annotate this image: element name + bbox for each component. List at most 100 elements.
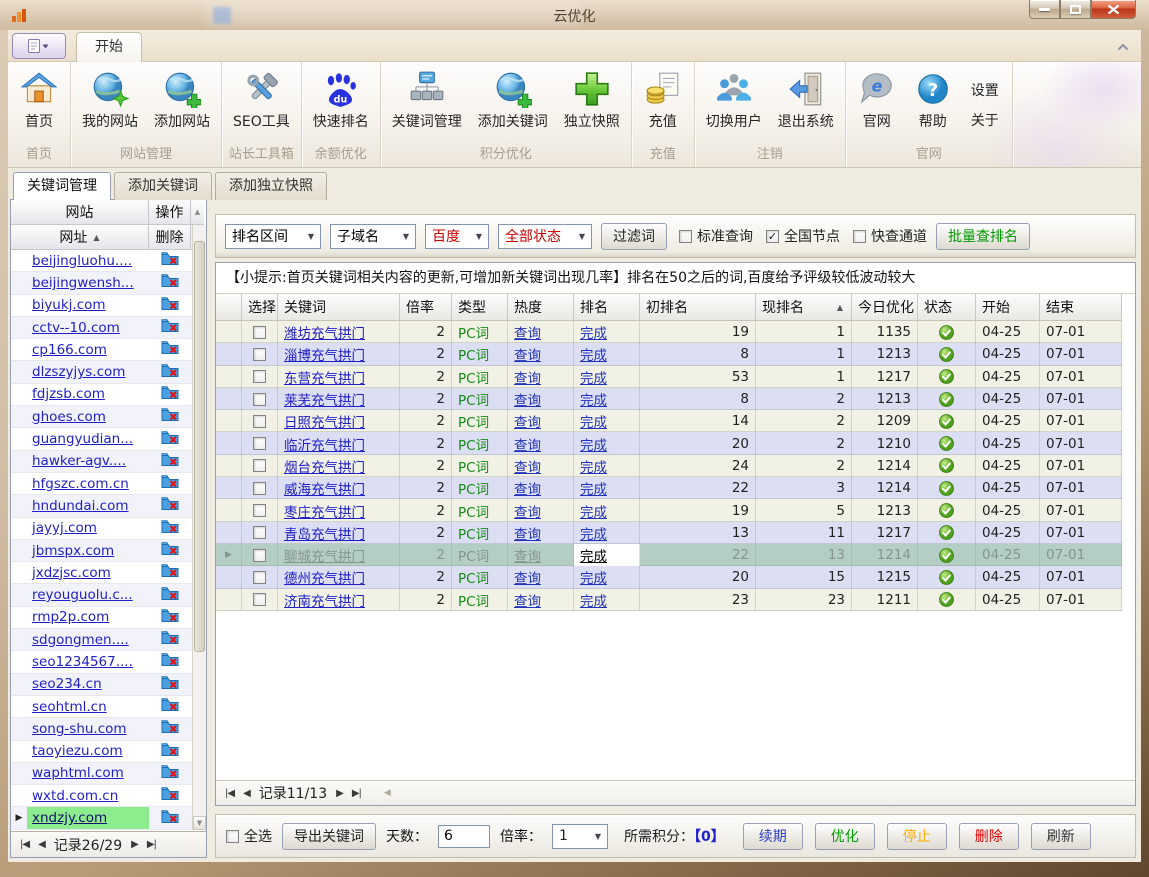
heat-query-link[interactable]: 查询 [514,523,541,543]
delete-site-button[interactable] [149,385,191,404]
sites-scrollbar[interactable]: ▼ [192,225,206,830]
seo-tools-button[interactable]: SEO工具 [225,65,298,145]
filter-dropdown-1[interactable]: 子域名▼ [330,224,416,249]
site-link[interactable]: seohtml.cn [27,699,107,715]
site-link[interactable]: xndzjy.com [27,810,107,826]
close-button[interactable] [1091,0,1136,19]
heat-query-link[interactable]: 查询 [514,478,541,498]
rank-done-link[interactable]: 完成 [580,434,607,454]
filter-words-button[interactable]: 过滤词 [601,223,667,250]
row-checkbox[interactable] [253,482,266,495]
renew-button[interactable]: 续期 [743,823,803,850]
site-link[interactable]: hfgszc.com.cn [27,476,129,492]
keywords-pager-first-icon[interactable]: |◀ [225,788,234,799]
keyword-link[interactable]: 临沂充气拱门 [284,434,365,454]
rank-done-link[interactable]: 完成 [580,389,607,409]
delete-site-button[interactable] [149,296,191,315]
delete-site-button[interactable] [149,541,191,560]
my-sites-button[interactable]: 我的网站 [74,65,146,145]
site-link[interactable]: song-shu.com [27,721,127,737]
rank-done-link[interactable]: 完成 [580,367,607,387]
keyword-link[interactable]: 烟台充气拱门 [284,456,365,476]
help-button[interactable]: ?帮助 [905,65,961,145]
heat-query-link[interactable]: 查询 [514,545,541,565]
rate-select[interactable]: 1 ▼ [552,824,608,849]
sites-scroll-down[interactable]: ▼ [193,816,206,830]
stop-button[interactable]: 停止 [887,823,947,850]
rank-done-link[interactable]: 完成 [580,456,607,476]
keyword-link[interactable]: 聊城充气拱门 [284,545,365,565]
delete-site-button[interactable] [149,786,191,805]
switch-user-button[interactable]: 切换用户 [698,65,770,145]
site-link[interactable]: taoyiezu.com [27,743,123,759]
row-checkbox[interactable] [253,326,266,339]
row-checkbox[interactable] [253,571,266,584]
row-checkbox[interactable] [253,549,266,562]
rank-done-link[interactable]: 完成 [580,523,607,543]
delete-button[interactable]: 删除 [959,823,1019,850]
site-link[interactable]: reyouguolu.c... [27,587,133,603]
site-link[interactable]: guangyudian... [27,431,133,447]
keyword-link[interactable]: 日照充气拱门 [284,411,365,431]
row-checkbox[interactable] [253,370,266,383]
ribbon-tab-start[interactable]: 开始 [76,32,142,62]
add-site-button[interactable]: 添加网站 [146,65,218,145]
column-header-1[interactable]: 关键词 [278,294,400,320]
column-header-11[interactable]: 结束 [1040,294,1122,320]
filter-checkbox-2[interactable]: 快查通道 [853,226,927,246]
site-link[interactable]: hawker-agv.... [27,453,126,469]
row-checkbox[interactable] [253,393,266,406]
keyword-link[interactable]: 东营充气拱门 [284,367,365,387]
column-header-8[interactable]: 今日优化 [852,294,918,320]
delete-site-button[interactable] [149,630,191,649]
keyword-link[interactable]: 济南充气拱门 [284,590,365,610]
site-link[interactable]: fdjzsb.com [27,386,105,402]
delete-site-button[interactable] [149,764,191,783]
sites-delete-header[interactable]: 删除 [149,225,191,250]
delete-site-button[interactable] [149,608,191,627]
delete-site-button[interactable] [149,407,191,426]
sites-scrollbar-thumb[interactable] [194,241,205,652]
heat-query-link[interactable]: 查询 [514,567,541,587]
home-button[interactable]: 首页 [11,65,67,145]
delete-site-button[interactable] [149,474,191,493]
hscroll-left-icon[interactable]: ◀ [384,788,391,798]
column-header-0[interactable]: 选择 [242,294,278,320]
filter-dropdown-3[interactable]: 全部状态▼ [498,224,592,249]
delete-site-button[interactable] [149,563,191,582]
site-link[interactable]: hndundai.com [27,498,129,514]
maximize-button[interactable] [1060,0,1091,19]
sites-op-header[interactable]: 操作 [149,200,191,225]
fast-rank-button[interactable]: du快速排名 [305,65,377,145]
column-header-9[interactable]: 状态 [918,294,976,320]
keyword-link[interactable]: 枣庄充气拱门 [284,501,365,521]
keyword-link[interactable]: 青岛充气拱门 [284,523,365,543]
keyword-link[interactable]: 威海充气拱门 [284,478,365,498]
site-link[interactable]: beijingluohu.... [27,253,132,269]
site-link[interactable]: seo1234567.... [27,654,133,670]
filter-checkbox-0[interactable]: 标准查询 [679,226,753,246]
column-header-10[interactable]: 开始 [976,294,1040,320]
row-checkbox[interactable] [253,593,266,606]
tab-1[interactable]: 添加关键词 [114,172,212,200]
rank-done-link[interactable]: 完成 [580,344,607,364]
heat-query-link[interactable]: 查询 [514,501,541,521]
delete-site-button[interactable] [149,496,191,515]
column-header-2[interactable]: 倍率 [400,294,452,320]
sites-url-header[interactable]: 网址 ▲ [11,225,149,250]
days-input[interactable] [438,825,490,848]
row-checkbox[interactable] [253,459,266,472]
heat-query-link[interactable]: 查询 [514,389,541,409]
site-link[interactable]: dlzszyjys.com [27,364,125,380]
sites-pager-prev-icon[interactable]: ◀ [38,839,45,850]
site-link[interactable]: jbmspx.com [27,543,114,559]
keywords-pager-last-icon[interactable]: ▶| [352,788,361,799]
delete-site-button[interactable] [149,652,191,671]
site-link[interactable]: waphtml.com [27,765,124,781]
row-checkbox[interactable] [253,415,266,428]
keyword-link[interactable]: 莱芜充气拱门 [284,389,365,409]
heat-query-link[interactable]: 查询 [514,434,541,454]
keywords-pager-next-icon[interactable]: ▶ [336,788,343,799]
sites-pager-last-icon[interactable]: ▶| [147,839,156,850]
delete-site-button[interactable] [149,697,191,716]
